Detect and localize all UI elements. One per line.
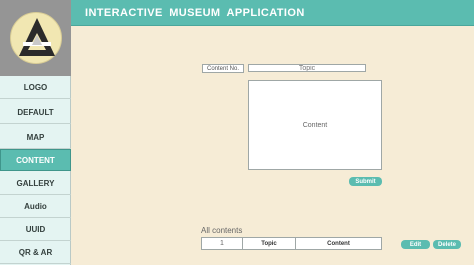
sidebar-item-label: LOGO <box>23 83 48 92</box>
content-placeholder: Content <box>302 121 328 129</box>
sidebar: LOGO DEFAULT MAP CONTENT GALLERY Audio U… <box>0 0 71 265</box>
header-bar: INTERACTIVE MUSEUM APPLICATION <box>71 0 474 26</box>
sidebar-item-content[interactable]: CONTENT <box>0 149 71 171</box>
sidebar-item-audio[interactable]: Audio <box>0 196 71 218</box>
sidebar-item-logo[interactable]: LOGO <box>0 77 71 99</box>
sidebar-item-label: CONTENT <box>16 155 55 165</box>
delete-button[interactable]: Delete <box>433 240 461 249</box>
sidebar-item-map[interactable]: MAP <box>0 127 71 149</box>
content-textarea[interactable]: Content <box>248 80 382 170</box>
row-content: Content <box>327 240 350 247</box>
sidebar-item-gallery[interactable]: GALLERY <box>0 173 71 195</box>
triangle-a-logo-icon <box>19 18 55 56</box>
logo[interactable] <box>10 12 62 64</box>
sidebar-item-label: Audio <box>24 202 47 211</box>
sidebar-item-uuid[interactable]: UUID <box>0 219 71 241</box>
logo-area <box>0 0 71 76</box>
row-topic: Topic <box>243 238 296 249</box>
page-title: INTERACTIVE MUSEUM APPLICATION <box>85 7 305 19</box>
edit-button[interactable]: Edit <box>401 240 430 249</box>
sidebar-item-label: DEFAULT <box>17 108 54 117</box>
sidebar-item-qr-ar[interactable]: QR & AR <box>0 242 71 264</box>
sidebar-item-label: UUID <box>25 225 46 234</box>
content-no-label: Content No. <box>202 64 244 73</box>
submit-button[interactable]: Submit <box>349 177 382 186</box>
sidebar-item-default[interactable]: DEFAULT <box>0 102 71 124</box>
sidebar-item-label: GALLERY <box>16 179 55 188</box>
row-number: 1 <box>202 238 243 249</box>
sidebar-item-label: MAP <box>26 133 45 142</box>
sidebar-item-label: QR & AR <box>18 248 53 257</box>
table-row: 1 Topic Content <box>201 237 382 250</box>
all-contents-title: All contents <box>201 226 243 235</box>
topic-input[interactable] <box>248 64 366 72</box>
